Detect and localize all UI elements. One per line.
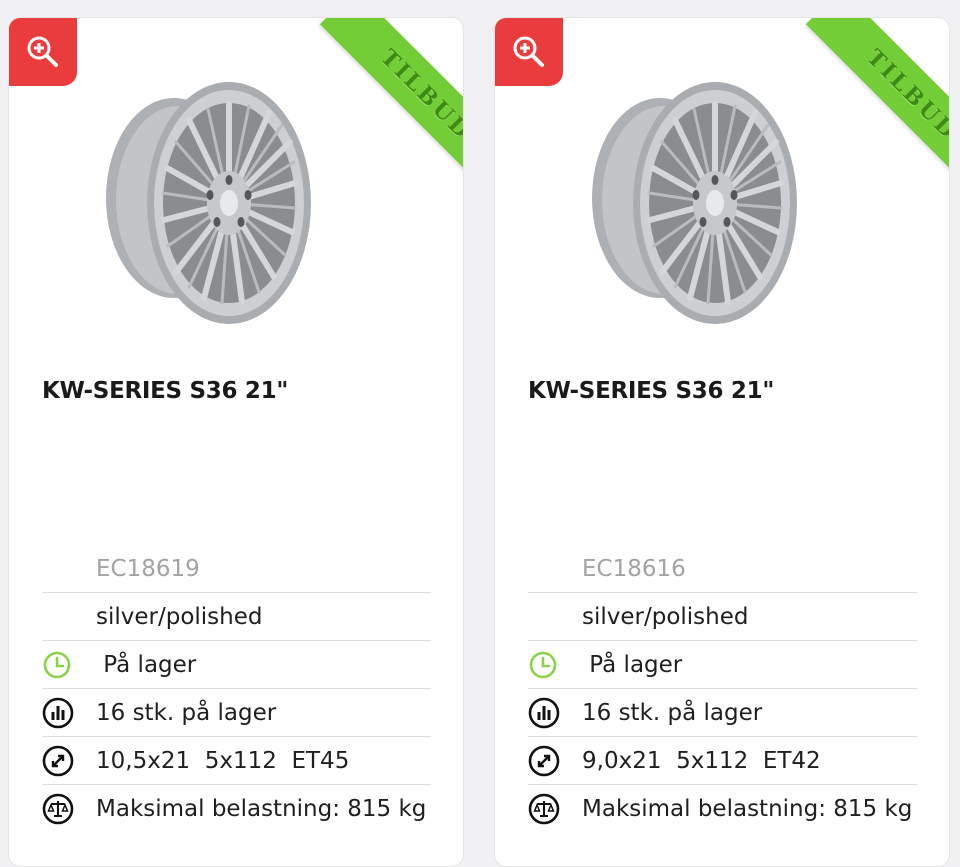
spec-row-finish: silver/polished — [42, 593, 431, 641]
spec-row-max-load: Maksimal belastning: 815 kg — [42, 785, 431, 833]
spec-row-dimensions: 9,0x21 5x112 ET42 — [528, 737, 917, 785]
bar-chart-icon — [42, 697, 74, 728]
product-card[interactable]: TILBUD — [8, 17, 464, 867]
bar-chart-icon — [528, 697, 560, 728]
product-title[interactable]: KW-SERIES S36 21" — [42, 378, 288, 404]
stock-text: 16 stk. på lager — [96, 699, 277, 726]
finish-text: silver/polished — [96, 603, 263, 630]
product-code: EC18619 — [96, 555, 200, 582]
dimensions-text: 10,5x21 5x112 ET45 — [96, 747, 350, 774]
spec-row-stock: 16 stk. på lager — [528, 689, 917, 737]
spec-row-finish: silver/polished — [528, 593, 917, 641]
finish-text: silver/polished — [582, 603, 749, 630]
spec-row-code: EC18616 — [528, 545, 917, 593]
zoom-in-icon — [513, 36, 544, 67]
max-load-text: Maksimal belastning: 815 kg — [582, 796, 913, 822]
offer-ribbon-label: TILBUD — [375, 44, 463, 146]
clock-icon — [43, 651, 71, 678]
spec-row-max-load: Maksimal belastning: 815 kg — [528, 785, 917, 833]
spec-list: EC18619 silver/polished På lager 16 stk.… — [42, 545, 431, 833]
wheel-image[interactable] — [104, 80, 314, 330]
resize-arrows-icon — [528, 745, 560, 776]
resize-arrows-icon — [42, 745, 74, 776]
scale-icon — [42, 793, 74, 825]
spec-row-code: EC18619 — [42, 545, 431, 593]
scale-icon — [528, 793, 560, 825]
offer-ribbon: TILBUD — [779, 18, 949, 188]
spec-row-availability: På lager — [42, 641, 431, 689]
product-code: EC18616 — [582, 555, 686, 582]
wheel-image[interactable] — [590, 80, 800, 330]
spec-row-availability: På lager — [528, 641, 917, 689]
spec-row-stock: 16 stk. på lager — [42, 689, 431, 737]
stock-text: 16 stk. på lager — [582, 699, 763, 726]
product-title[interactable]: KW-SERIES S36 21" — [528, 378, 774, 404]
zoom-in-icon — [27, 36, 58, 67]
product-card[interactable]: TILBUD — [494, 17, 950, 867]
availability-text: På lager — [96, 651, 197, 678]
spec-row-dimensions: 10,5x21 5x112 ET45 — [42, 737, 431, 785]
max-load-text: Maksimal belastning: 815 kg — [96, 796, 427, 822]
spec-list: EC18616 silver/polished På lager 16 stk.… — [528, 545, 917, 833]
zoom-button[interactable] — [9, 18, 77, 86]
offer-ribbon-label: TILBUD — [861, 44, 949, 146]
clock-icon — [529, 651, 557, 678]
availability-text: På lager — [582, 651, 683, 678]
zoom-button[interactable] — [495, 18, 563, 86]
dimensions-text: 9,0x21 5x112 ET42 — [582, 747, 821, 774]
offer-ribbon: TILBUD — [293, 18, 463, 188]
